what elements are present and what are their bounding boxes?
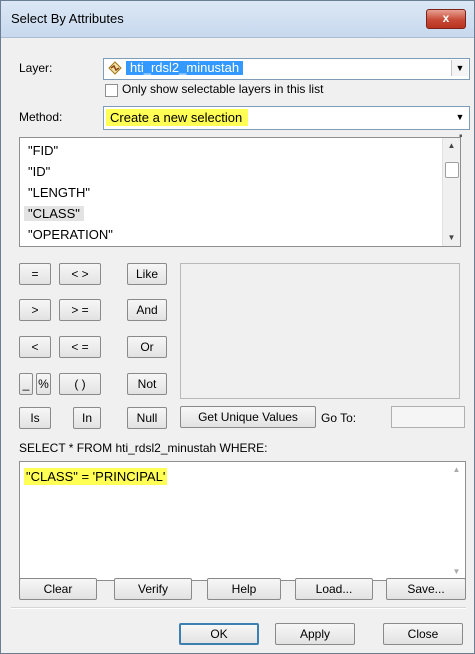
query-prefix: SELECT * FROM hti_rdsl2_minustah WHERE:: [19, 441, 268, 455]
window-title: Select By Attributes: [11, 11, 124, 26]
goto-input[interactable]: [391, 406, 465, 428]
method-label: Method:: [19, 110, 63, 124]
divider: [11, 607, 466, 609]
only-selectable-checkbox[interactable]: [105, 84, 118, 97]
method-selected-value: Create a new selection: [106, 109, 249, 126]
scroll-up-icon[interactable]: ▲: [443, 138, 460, 154]
close-button[interactable]: Close: [383, 623, 463, 645]
field-list[interactable]: "FID" "ID" "LENGTH" "CLASS" "OPERATION" …: [19, 137, 461, 247]
expression-scrollbar[interactable]: ▲ ▼: [448, 462, 465, 580]
underscore-wildcard-button[interactable]: _: [19, 373, 33, 395]
is-button[interactable]: Is: [19, 407, 51, 429]
scroll-up-icon[interactable]: ▲: [448, 462, 465, 478]
expression-editor[interactable]: "CLASS" = 'PRINCIPAL' ▲ ▼: [19, 461, 466, 581]
chevron-down-icon[interactable]: ▼: [452, 108, 468, 126]
line-layer-icon: [108, 61, 122, 75]
list-item-selected[interactable]: "CLASS": [24, 206, 84, 221]
and-button[interactable]: And: [127, 299, 167, 321]
in-button[interactable]: In: [73, 407, 101, 429]
list-item[interactable]: "OPERATION": [28, 227, 113, 242]
list-item[interactable]: "ID": [28, 164, 50, 179]
parentheses-button[interactable]: ( ): [59, 373, 101, 395]
not-equals-button[interactable]: < >: [59, 263, 101, 285]
ok-button[interactable]: OK: [179, 623, 259, 645]
clear-button[interactable]: Clear: [19, 578, 97, 600]
less-than-button[interactable]: <: [19, 336, 51, 358]
select-by-attributes-dialog: Select By Attributes x Layer: hti_rdsl2_…: [0, 0, 475, 654]
scroll-thumb[interactable]: [445, 162, 459, 178]
unique-values-list[interactable]: [180, 263, 460, 399]
save-button[interactable]: Save...: [386, 578, 466, 600]
not-button[interactable]: Not: [127, 373, 167, 395]
list-item[interactable]: "LENGTH": [28, 185, 90, 200]
layer-label: Layer:: [19, 61, 53, 75]
load-button[interactable]: Load...: [295, 578, 373, 600]
close-icon: x: [442, 11, 450, 25]
only-selectable-label: Only show selectable layers in this list: [122, 82, 324, 96]
expression-text: "CLASS" = 'PRINCIPAL': [24, 468, 168, 485]
list-item[interactable]: "FID": [28, 143, 58, 158]
goto-label: Go To:: [321, 411, 357, 425]
greater-than-button[interactable]: >: [19, 299, 51, 321]
percent-wildcard-button[interactable]: %: [36, 373, 51, 395]
layer-selected-value: hti_rdsl2_minustah: [126, 61, 244, 75]
like-button[interactable]: Like: [127, 263, 167, 285]
chevron-down-icon[interactable]: ▼: [451, 60, 468, 76]
scroll-down-icon[interactable]: ▼: [443, 230, 460, 246]
less-equal-button[interactable]: < =: [59, 336, 101, 358]
close-window-button[interactable]: x: [426, 9, 466, 29]
equals-button[interactable]: =: [19, 263, 51, 285]
title-bar[interactable]: Select By Attributes x: [1, 1, 474, 38]
null-button[interactable]: Null: [127, 407, 167, 429]
verify-button[interactable]: Verify: [114, 578, 192, 600]
layer-dropdown[interactable]: hti_rdsl2_minustah ▼: [103, 58, 470, 80]
apply-button[interactable]: Apply: [275, 623, 355, 645]
greater-equal-button[interactable]: > =: [59, 299, 101, 321]
help-button[interactable]: Help: [207, 578, 281, 600]
or-button[interactable]: Or: [127, 336, 167, 358]
get-unique-values-button[interactable]: Get Unique Values: [180, 406, 316, 428]
field-list-scrollbar[interactable]: ▲ ▼: [442, 138, 460, 246]
method-dropdown[interactable]: Create a new selection ▼: [103, 106, 470, 130]
